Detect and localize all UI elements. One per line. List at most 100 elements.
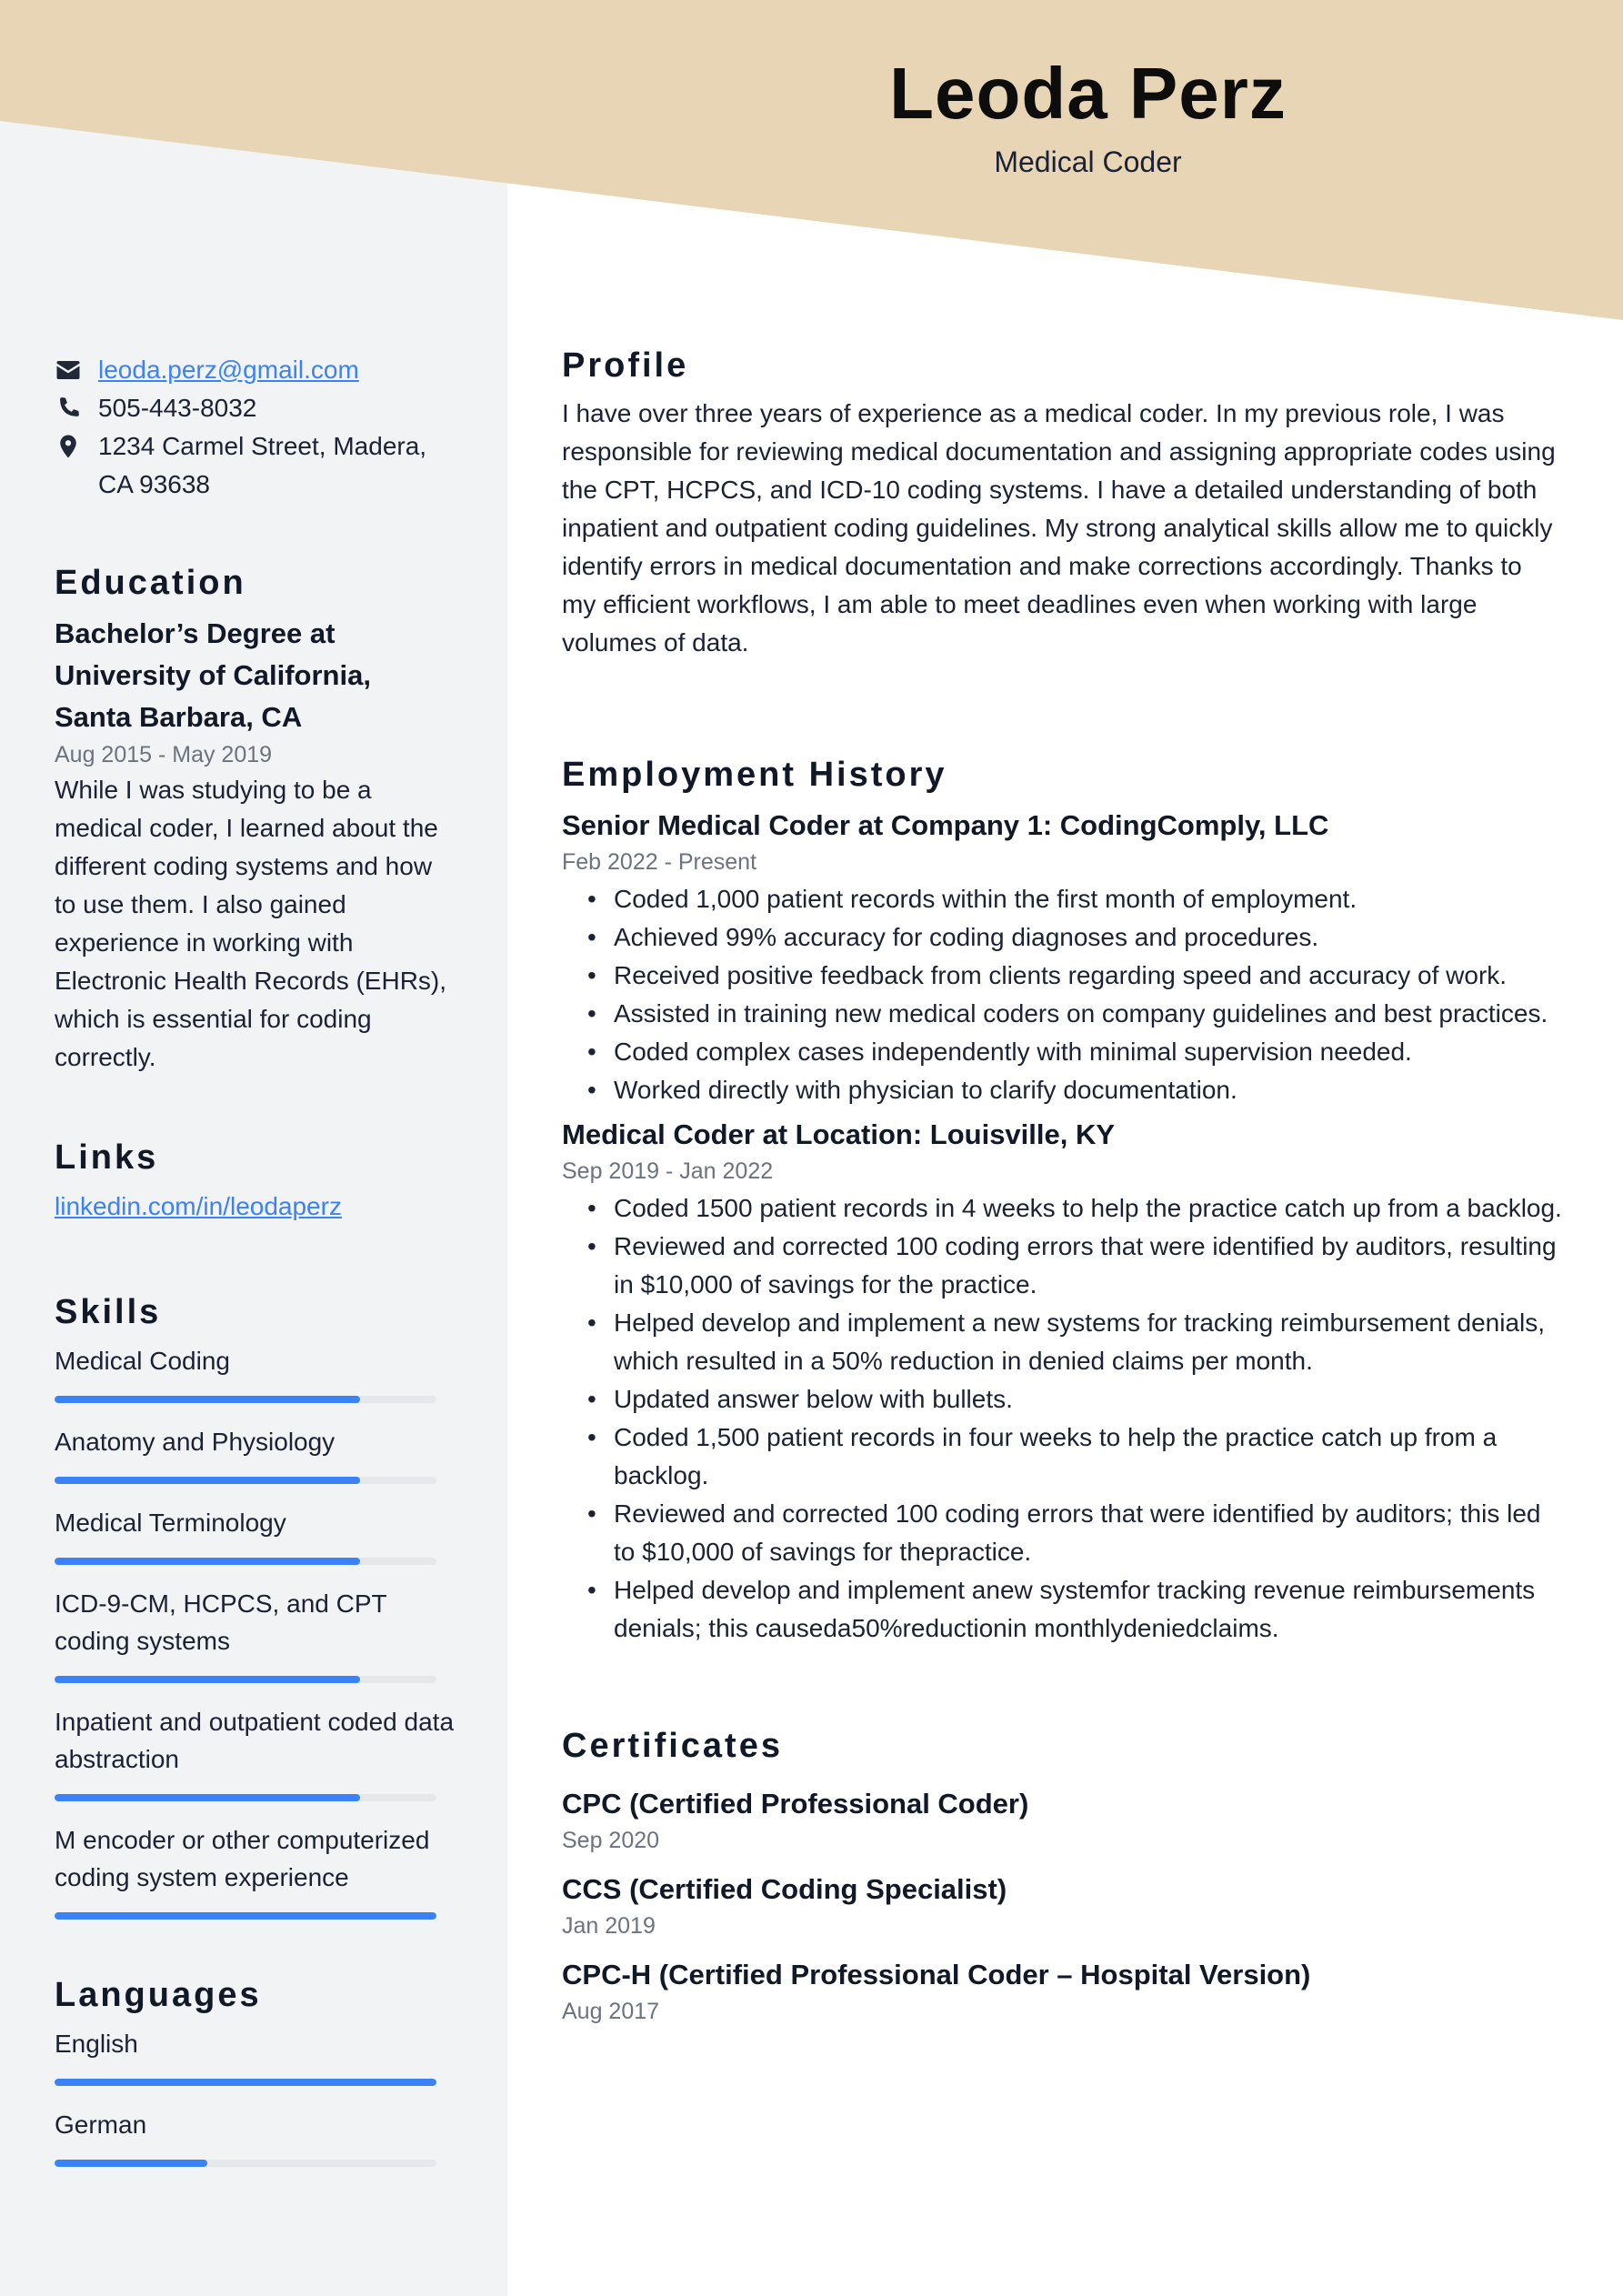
education-heading: Education [55,564,246,602]
contact-email: leoda.perz@gmail.com [55,351,455,389]
envelope-icon [55,351,98,389]
address: 1234 Carmel Street, Madera, CA 93638 [98,427,426,504]
skill-level-fill [55,1477,360,1484]
skill-level-bar [55,1558,436,1565]
skill-item: Medical Terminology [55,1504,455,1565]
certificates-section: Certificates CPC (Certified Professional… [562,1720,1562,2028]
certificate-entry: CCS (Certified Coding Specialist) Jan 201… [562,1870,1562,1942]
skill-item: M encoder or other computerized coding s… [55,1821,455,1920]
skill-level-fill [55,1396,360,1403]
profile-heading: Profile [562,346,689,385]
skill-item: Medical Coding [55,1342,455,1403]
job-bullet: Reviewed and corrected 100 coding errors… [562,1495,1562,1571]
languages-heading: Languages [55,1976,262,2014]
sidebar: leoda.perz@gmail.com 505-443-8032 1234 C… [55,351,455,2187]
job-bullet: Received positive feedback from clients … [562,957,1562,995]
certificate-title: CPC-H (Certified Professional Coder – Ho… [562,1959,1311,1990]
contact-phone: 505-443-8032 [55,389,455,427]
job-bullet: Worked directly with physician to clarif… [562,1071,1562,1109]
candidate-name: Leoda Perz [889,53,1287,134]
job-dates: Sep 2019 - Jan 2022 [562,1158,774,1184]
linkedin-link[interactable]: linkedin.com/in/leodaperz [55,1192,342,1220]
certificate-date: Aug 2017 [562,1999,660,2024]
languages-list: English German [55,2025,455,2167]
phone-icon [55,389,98,427]
skill-level-fill [55,1912,436,1920]
address-line-1: 1234 Carmel Street, Madera, [98,432,427,460]
job-bullet: Helped develop and implement anew system… [562,1571,1562,1648]
education-title-line: Santa Barbara, CA [55,701,303,733]
job-title: Senior Medical Coder at Company 1: Codin… [562,809,1329,841]
certificate-date: Jan 2019 [562,1913,656,1939]
address-line-2: CA 93638 [98,470,210,498]
candidate-job-title: Medical Coder [994,145,1182,178]
skill-level-bar [55,1396,436,1403]
language-label: English [55,2030,138,2058]
skill-level-fill [55,1794,360,1801]
email-link[interactable]: leoda.perz@gmail.com [98,351,359,389]
links-heading: Links [55,1138,159,1177]
job-bullet: Helped develop and implement a new syste… [562,1304,1562,1380]
employment-heading: Employment History [562,756,947,794]
links-list: linkedin.com/in/leodaperz [55,1188,455,1226]
job-bullet: Coded complex cases independently with m… [562,1033,1562,1071]
skill-label: M encoder or other computerized coding s… [55,1826,430,1891]
employment-section: Employment History Senior Medical Coder … [562,749,1562,1648]
job-bullet: Reviewed and corrected 100 coding errors… [562,1228,1562,1304]
header: Leoda Perz Medical Coder [507,45,1623,182]
skill-item: ICD-9-CM, HCPCS, and CPT coding systems [55,1585,455,1683]
certificates-heading: Certificates [562,1727,783,1765]
language-level-bar [55,2079,436,2086]
education-title-line: Bachelor’s Degree at [55,617,336,649]
skill-level-fill [55,1558,360,1565]
job-title: Medical Coder at Location: Louisville, K… [562,1118,1116,1150]
job-bullet: Coded 1,000 patient records within the f… [562,880,1562,918]
skill-level-bar [55,1477,436,1484]
skill-label: Anatomy and Physiology [55,1428,336,1456]
education-dates: Aug 2015 - May 2019 [55,742,273,767]
job-bullet: Coded 1,500 patient records in four week… [562,1419,1562,1495]
contact-address: 1234 Carmel Street, Madera, CA 93638 [55,427,455,504]
jobs-list: Senior Medical Coder at Company 1: Codin… [562,806,1562,1648]
skill-level-bar [55,1912,436,1920]
certificate-title: CCS (Certified Coding Specialist) [562,1873,1007,1905]
skill-item: Anatomy and Physiology [55,1423,455,1484]
job-bullet: Achieved 99% accuracy for coding diagnos… [562,918,1562,957]
map-pin-icon [55,427,98,466]
job-entry: Senior Medical Coder at Company 1: Codin… [562,806,1562,1109]
language-level-fill [55,2160,207,2167]
education-title-line: University of California, [55,659,371,691]
certificate-date: Sep 2020 [562,1828,660,1853]
job-bullets: Coded 1500 patient records in 4 weeks to… [562,1189,1562,1648]
phone-number: 505-443-8032 [98,394,257,422]
education-description: While I was studying to be a medical cod… [55,776,447,1071]
certificates-list: CPC (Certified Professional Coder) Sep 20… [562,1784,1562,2028]
skill-level-fill [55,1676,360,1683]
skill-item: Inpatient and outpatient coded data abst… [55,1703,455,1801]
language-item: English [55,2025,455,2086]
language-level-fill [55,2079,436,2086]
skill-label: Medical Terminology [55,1509,286,1537]
language-level-bar [55,2160,436,2167]
main-content: Profile I have over three years of exper… [562,340,1562,2028]
job-bullet: Updated answer below with bullets. [562,1380,1562,1419]
profile-text: I have over three years of experience as… [562,399,1556,657]
skill-label: ICD-9-CM, HCPCS, and CPT coding systems [55,1589,387,1655]
skill-level-bar [55,1676,436,1683]
job-dates: Feb 2022 - Present [562,849,757,875]
language-label: German [55,2111,147,2139]
skills-heading: Skills [55,1293,162,1331]
job-bullet: Assisted in training new medical coders … [562,995,1562,1033]
skills-list: Medical Coding Anatomy and Physiology Medi… [55,1342,455,1920]
certificate-title: CPC (Certified Professional Coder) [562,1788,1029,1820]
profile-section: Profile I have over three years of exper… [562,340,1562,662]
job-entry: Medical Coder at Location: Louisville, K… [562,1115,1562,1648]
certificate-entry: CPC-H (Certified Professional Coder – Ho… [562,1955,1562,2028]
certificate-entry: CPC (Certified Professional Coder) Sep 20… [562,1784,1562,1857]
language-item: German [55,2106,455,2167]
education-title: Bachelor’s Degree at University of Calif… [55,613,455,738]
contact-info: leoda.perz@gmail.com 505-443-8032 1234 C… [55,351,455,504]
job-bullets: Coded 1,000 patient records within the f… [562,880,1562,1109]
skill-label: Medical Coding [55,1347,230,1375]
skill-label: Inpatient and outpatient coded data abst… [55,1708,455,1773]
